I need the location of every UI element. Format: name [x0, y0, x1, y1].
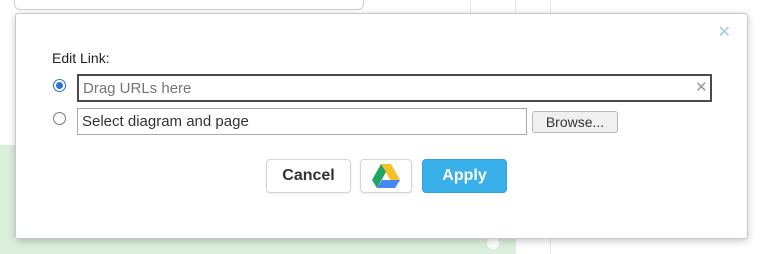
close-icon[interactable]: ✕ — [718, 25, 731, 41]
url-input[interactable] — [77, 74, 712, 102]
google-drive-button[interactable] — [360, 159, 412, 193]
background-shape — [0, 145, 15, 240]
url-option-radio[interactable] — [53, 79, 66, 92]
page-option-radio[interactable] — [53, 112, 66, 125]
dialog-title: Edit Link: — [52, 50, 110, 66]
edit-link-dialog: ✕ Edit Link: ✕ Browse... Cancel Apply — [15, 13, 748, 239]
browse-button[interactable]: Browse... — [532, 111, 618, 133]
background-shape — [0, 239, 515, 254]
background-panel — [14, 0, 364, 10]
diagram-page-field[interactable] — [77, 108, 527, 135]
cancel-button[interactable]: Cancel — [266, 159, 351, 193]
google-drive-icon — [372, 164, 400, 188]
apply-button[interactable]: Apply — [422, 159, 507, 193]
clear-icon[interactable]: ✕ — [695, 79, 708, 97]
